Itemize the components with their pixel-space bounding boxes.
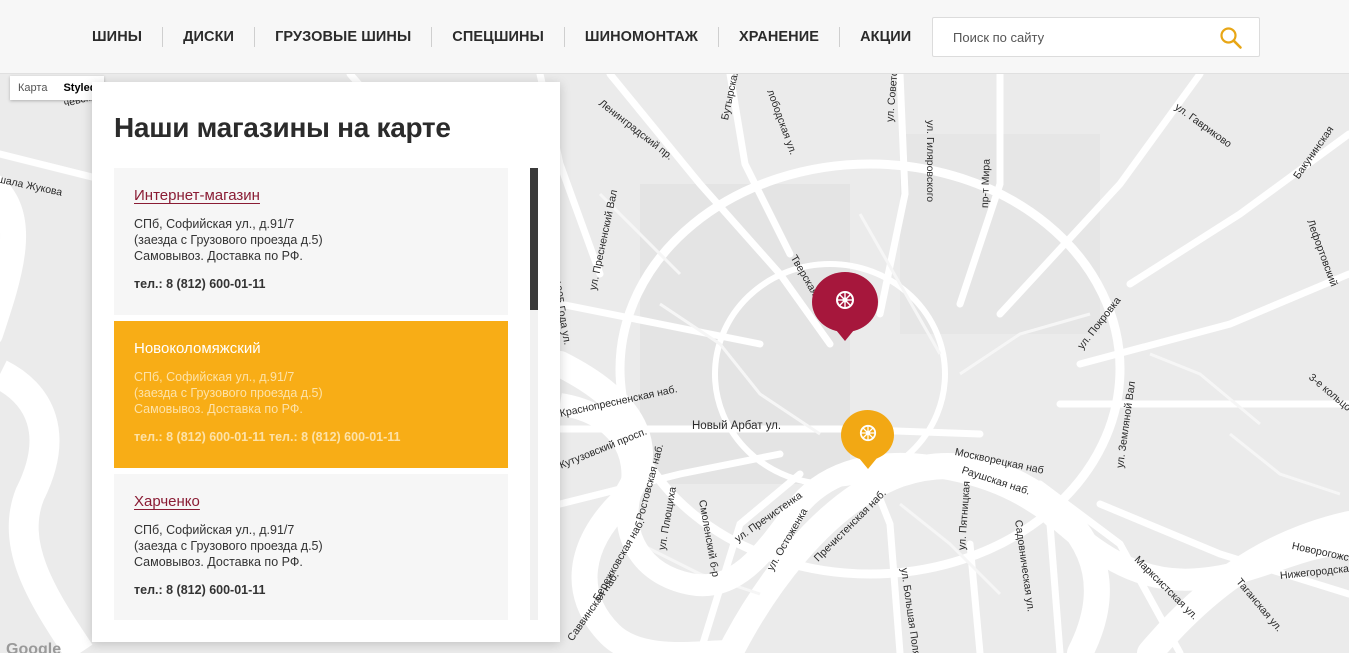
- nav-item-truck-tires[interactable]: ГРУЗОВЫЕ ШИНЫ: [255, 29, 431, 45]
- store-name-link[interactable]: Харченко: [134, 493, 488, 510]
- search-input[interactable]: [933, 18, 1213, 56]
- store-list: Интернет-магазин СПб, Софийская ул., д.9…: [114, 168, 508, 620]
- page-title: Наши магазины на карте: [114, 112, 451, 143]
- store-address-line: (заезда с Грузового проезда д.5): [134, 386, 323, 400]
- store-phone: тел.: 8 (812) 600-01-11: [134, 583, 266, 597]
- scrollbar-thumb[interactable]: [530, 168, 538, 310]
- store-phone: тел.: 8 (812) 600-01-11: [134, 277, 266, 291]
- store-address-line: Самовывоз. Доставка по РФ.: [134, 402, 303, 416]
- street-label: Новый Арбат ул.: [692, 420, 782, 432]
- store-address-line: (заезда с Грузового проезда д.5): [134, 233, 323, 247]
- store-list-scrollbar[interactable]: [530, 168, 538, 620]
- store-address-line: Самовывоз. Доставка по РФ.: [134, 555, 303, 569]
- stores-panel: Наши магазины на карте Интернет-магазин …: [92, 82, 560, 642]
- search-icon[interactable]: [1219, 26, 1243, 50]
- search-box: [932, 17, 1260, 57]
- store-address-line: (заезда с Грузового проезда д.5): [134, 539, 323, 553]
- store-pin-red[interactable]: [812, 272, 878, 332]
- main-nav: ШИНЫ ДИСКИ ГРУЗОВЫЕ ШИНЫ СПЕЦШИНЫ ШИНОМО…: [72, 0, 931, 74]
- nav-item-tires[interactable]: ШИНЫ: [72, 29, 162, 45]
- street-label: пр-т Мира: [979, 158, 993, 209]
- store-pin-yellow[interactable]: [841, 410, 894, 460]
- nav-item-tire-fitting[interactable]: ШИНОМОНТАЖ: [565, 29, 718, 45]
- nav-item-storage[interactable]: ХРАНЕНИЕ: [719, 29, 839, 45]
- nav-item-wheels[interactable]: ДИСКИ: [163, 29, 254, 45]
- store-name-link[interactable]: Новоколомяжский: [134, 340, 488, 357]
- store-address-line: СПб, Софийская ул., д.91/7: [134, 523, 295, 537]
- wheel-icon: [859, 424, 877, 447]
- store-phone: тел.: 8 (812) 600-01-11 тел.: 8 (812) 60…: [134, 430, 401, 444]
- store-name-link[interactable]: Интернет-магазин: [134, 187, 488, 204]
- map-type-control: Карта Styled: [10, 76, 105, 100]
- street-label: ул. Гиляровского: [924, 120, 936, 203]
- store-address-line: СПб, Софийская ул., д.91/7: [134, 370, 295, 384]
- map-type-map-tab[interactable]: Карта: [10, 76, 55, 100]
- store-card[interactable]: Интернет-магазин СПб, Софийская ул., д.9…: [114, 168, 508, 315]
- wheel-icon: [835, 290, 855, 315]
- store-card-active[interactable]: Новоколомяжский СПб, Софийская ул., д.91…: [114, 321, 508, 468]
- nav-item-special-tires[interactable]: СПЕЦШИНЫ: [432, 29, 564, 45]
- store-address-line: Самовывоз. Доставка по РФ.: [134, 249, 303, 263]
- nav-item-promotions[interactable]: АКЦИИ: [840, 29, 931, 45]
- store-address-line: СПб, Софийская ул., д.91/7: [134, 217, 295, 231]
- store-card[interactable]: Харченко СПб, Софийская ул., д.91/7 (зае…: [114, 474, 508, 620]
- site-header: ШИНЫ ДИСКИ ГРУЗОВЫЕ ШИНЫ СПЕЦШИНЫ ШИНОМО…: [0, 0, 1349, 74]
- google-logo: Google: [6, 641, 62, 653]
